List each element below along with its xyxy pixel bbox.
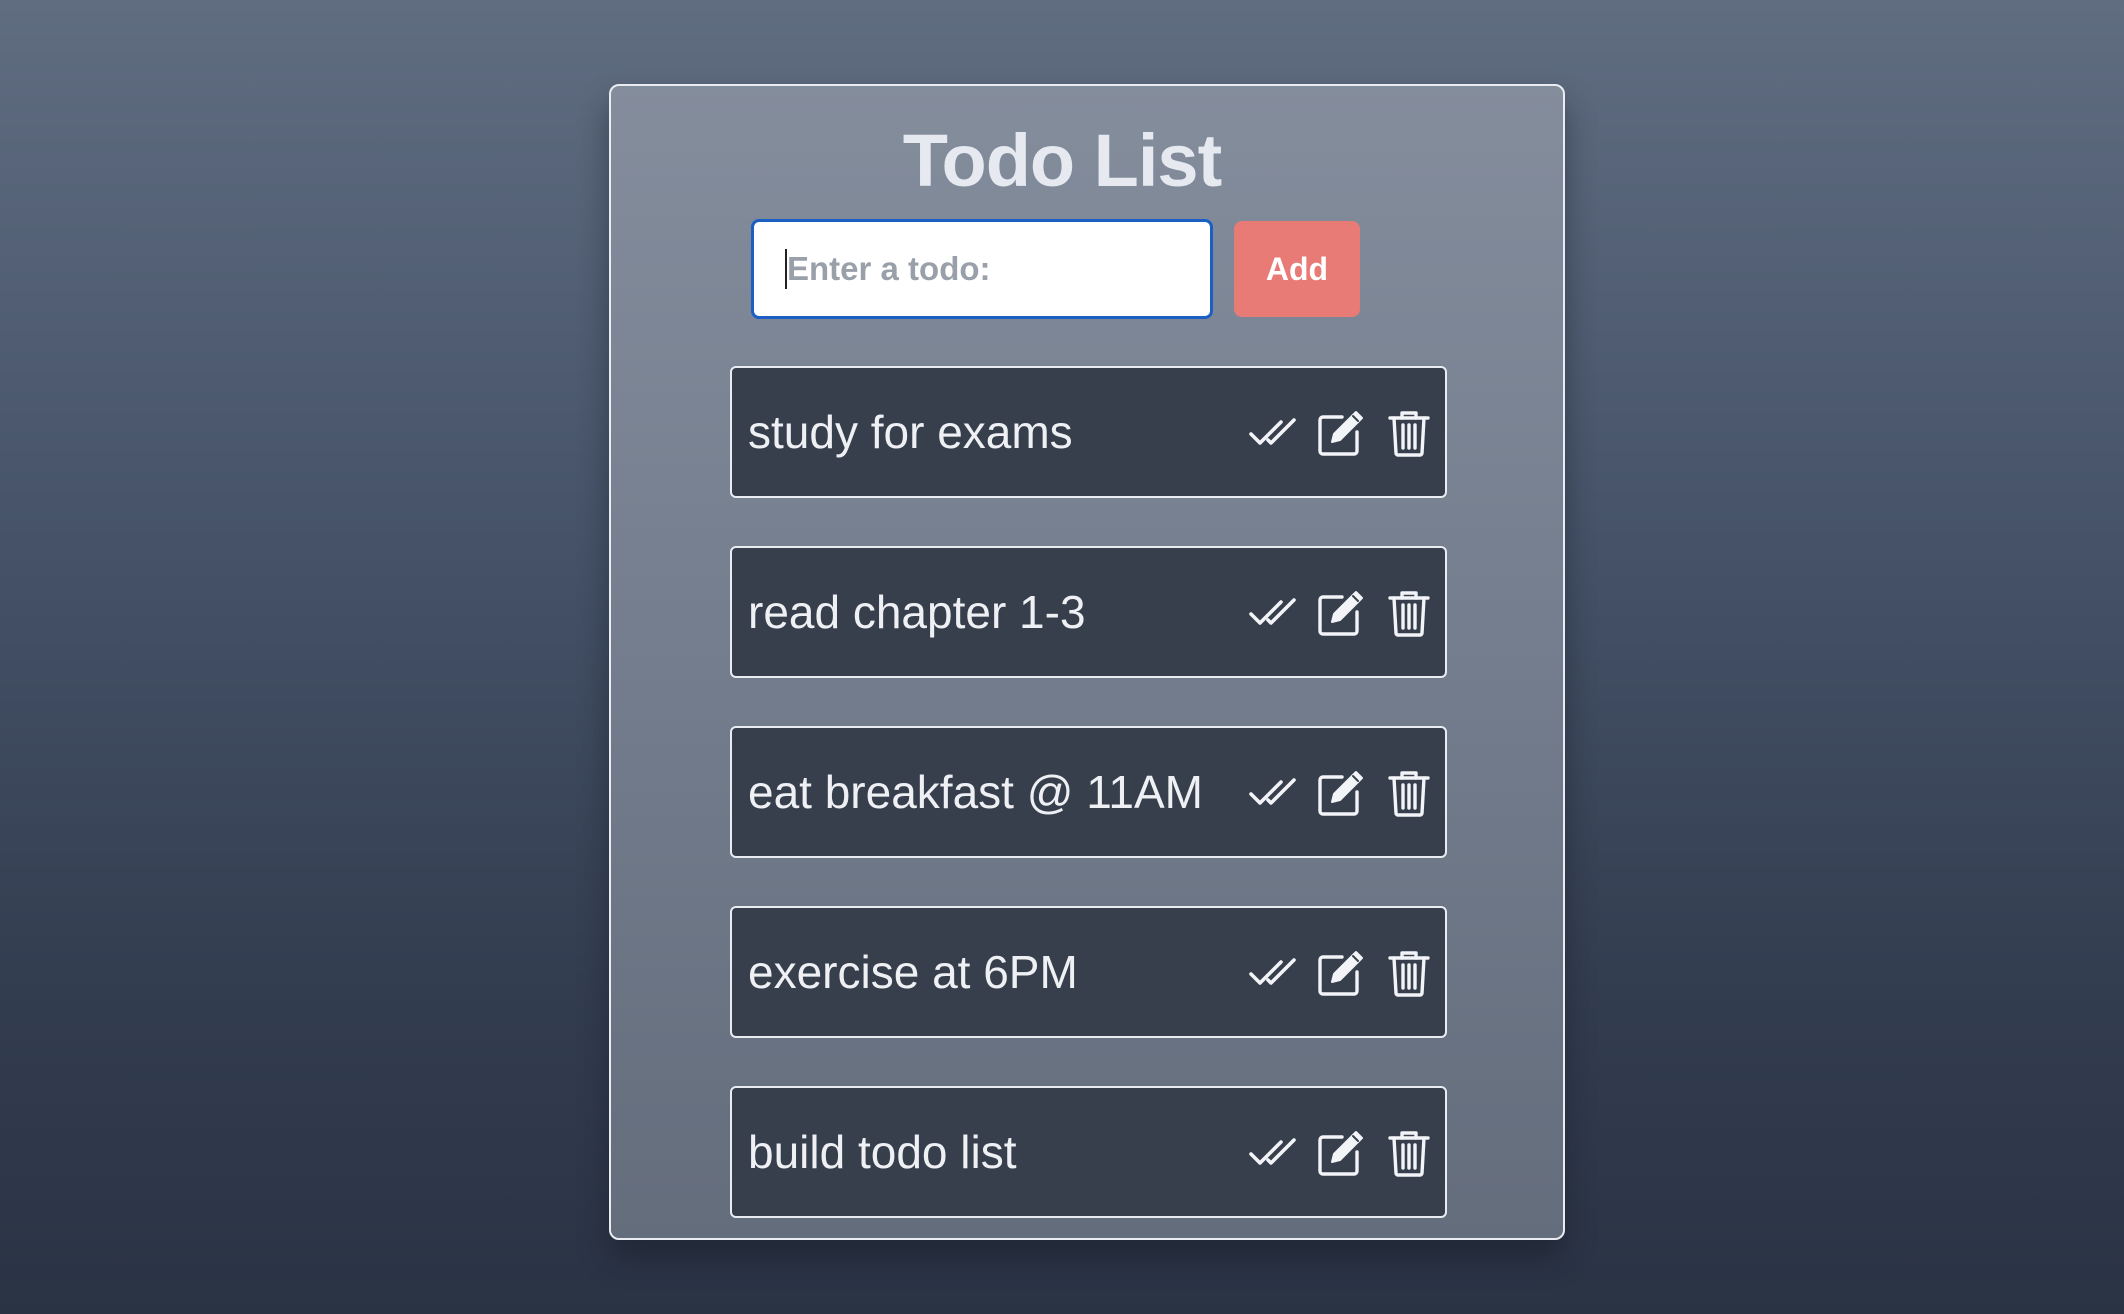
page-title: Todo List — [902, 119, 1222, 202]
trash-icon[interactable] — [1384, 588, 1434, 638]
check-double-icon[interactable] — [1248, 948, 1298, 998]
check-double-icon[interactable] — [1248, 1128, 1298, 1178]
todo-item: build todo list — [730, 1086, 1447, 1218]
todo-item: eat breakfast @ 11AM — [730, 726, 1447, 858]
todo-text: read chapter 1-3 — [748, 586, 1086, 638]
todo-text: exercise at 6PM — [748, 946, 1078, 998]
add-button[interactable]: Add — [1234, 221, 1360, 317]
todo-item: read chapter 1-3 — [730, 546, 1447, 678]
check-double-icon[interactable] — [1248, 768, 1298, 818]
todo-text: build todo list — [748, 1126, 1017, 1178]
todo-input[interactable] — [751, 219, 1213, 319]
trash-icon[interactable] — [1384, 1128, 1434, 1178]
trash-icon[interactable] — [1384, 948, 1434, 998]
trash-icon[interactable] — [1384, 768, 1434, 818]
check-double-icon[interactable] — [1248, 588, 1298, 638]
check-double-icon[interactable] — [1248, 408, 1298, 458]
edit-icon[interactable] — [1316, 948, 1366, 998]
todo-item: study for exams — [730, 366, 1447, 498]
text-caret — [785, 249, 787, 289]
edit-icon[interactable] — [1316, 408, 1366, 458]
todo-text: eat breakfast @ 11AM — [748, 766, 1203, 818]
todo-item: exercise at 6PM — [730, 906, 1447, 1038]
trash-icon[interactable] — [1384, 408, 1434, 458]
todo-text: study for exams — [748, 406, 1073, 458]
edit-icon[interactable] — [1316, 588, 1366, 638]
edit-icon[interactable] — [1316, 1128, 1366, 1178]
edit-icon[interactable] — [1316, 768, 1366, 818]
